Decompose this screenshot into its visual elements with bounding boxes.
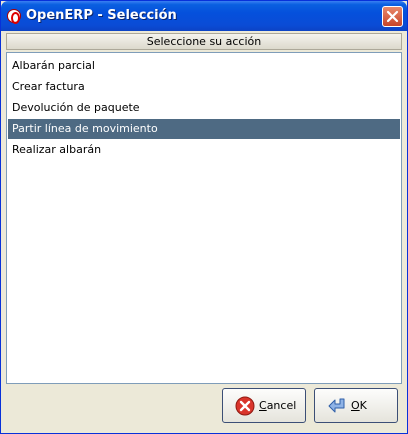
cancel-button[interactable]: Cancel [222,388,306,423]
title-bar[interactable]: OpenERP - Selección [1,1,407,31]
list-header: Seleccione su acción [6,33,402,50]
cancel-icon [235,396,255,416]
dialog-window: OpenERP - Selección Seleccione su acción… [0,0,408,434]
list-item-selected[interactable]: Partir línea de movimiento [8,119,400,139]
action-list[interactable]: Albarán parcial Crear factura Devolución… [6,52,402,384]
button-bar: Cancel OK [6,385,402,430]
cancel-label: Cancel [259,399,297,412]
openerp-logo-icon [7,9,21,24]
ok-arrow-icon [328,398,345,413]
dialog-body: Seleccione su acción Albarán parcial Cre… [4,31,404,432]
window-title: OpenERP - Selección [26,8,177,23]
close-button[interactable] [382,6,403,27]
ok-label: OK [351,399,367,412]
list-item[interactable]: Crear factura [8,77,400,97]
list-item[interactable]: Devolución de paquete [8,98,400,118]
list-item[interactable]: Albarán parcial [8,56,400,76]
list-item[interactable]: Realizar albarán [8,140,400,160]
ok-button[interactable]: OK [314,388,398,423]
close-icon [386,10,399,23]
